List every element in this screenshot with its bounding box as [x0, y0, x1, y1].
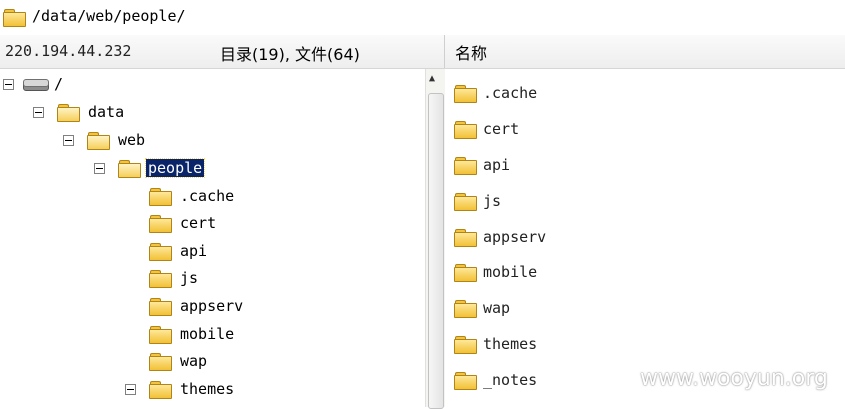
tree-node-child[interactable]: .cache: [148, 184, 234, 208]
tree-node-child[interactable]: api: [148, 239, 207, 263]
list-item[interactable]: themes: [453, 332, 537, 356]
collapse-toggle-icon[interactable]: [94, 163, 105, 174]
folder-icon: [148, 186, 172, 206]
tree-node-label: cert: [180, 214, 217, 232]
tree-node-label: appserv: [180, 297, 244, 315]
folder-icon: [148, 296, 172, 316]
scroll-up-arrow-icon[interactable]: ▲: [429, 73, 435, 84]
host-address: 220.194.44.232: [5, 42, 132, 60]
tree-node-child[interactable]: themes: [125, 377, 234, 401]
folder-icon: [453, 262, 477, 282]
list-item[interactable]: wap: [453, 296, 510, 320]
tree-node-web[interactable]: web: [0, 128, 145, 152]
folder-icon: [148, 379, 172, 399]
tree-node-label: api: [180, 242, 208, 260]
tree-node-label: /: [54, 75, 64, 93]
collapse-toggle-icon[interactable]: [3, 79, 14, 90]
folder-open-icon: [86, 130, 110, 150]
folder-icon: [148, 324, 172, 344]
name-column-header[interactable]: 名称: [455, 40, 487, 64]
list-item[interactable]: api: [453, 153, 510, 177]
list-item-label: js: [483, 192, 502, 210]
folder-icon: [148, 351, 172, 371]
list-item-label: api: [483, 156, 511, 174]
list-item-label: themes: [483, 335, 538, 353]
list-item-label: wap: [483, 299, 511, 317]
watermark: www.wooyun.org: [640, 366, 828, 391]
tree-node-child[interactable]: wap: [148, 349, 207, 373]
collapse-toggle-icon[interactable]: [125, 384, 136, 395]
tree-node-child[interactable]: appserv: [148, 294, 243, 318]
tree-node-label: web: [118, 131, 146, 149]
list-item[interactable]: cert: [453, 117, 519, 141]
folder-tree: / data web people .cache cert api js app…: [0, 69, 425, 407]
tree-node-label: wap: [180, 352, 208, 370]
tree-node-label: .cache: [180, 187, 235, 205]
list-item[interactable]: .cache: [453, 81, 537, 105]
column-divider[interactable]: [444, 35, 445, 68]
folder-icon: [453, 119, 477, 139]
tree-node-label: data: [88, 103, 125, 121]
tree-scrollbar[interactable]: ▲: [425, 69, 445, 409]
address-bar[interactable]: /data/web/people/: [0, 0, 845, 36]
tree-node-root[interactable]: /: [0, 72, 63, 96]
folder-icon: [453, 370, 477, 390]
folder-icon: [148, 268, 172, 288]
tree-node-child[interactable]: js: [148, 266, 198, 290]
tree-node-child[interactable]: mobile: [148, 322, 234, 346]
tree-node-data[interactable]: data: [0, 100, 124, 124]
folder-icon: [453, 83, 477, 103]
list-item-label: .cache: [483, 84, 538, 102]
address-path[interactable]: /data/web/people/: [32, 7, 186, 25]
tree-node-label-selected: people: [144, 158, 206, 178]
folder-icon: [2, 7, 26, 27]
folder-open-icon: [56, 102, 80, 122]
drive-icon: [22, 77, 49, 91]
folder-icon: [453, 298, 477, 318]
folder-icon: [453, 334, 477, 354]
list-item-label: appserv: [483, 228, 547, 246]
tree-node-label: themes: [180, 380, 235, 398]
collapse-toggle-icon[interactable]: [63, 135, 74, 146]
tree-node-label: mobile: [180, 325, 235, 343]
tree-node-label: js: [180, 269, 199, 287]
list-item-label: _notes: [483, 371, 538, 389]
folder-open-icon: [117, 158, 141, 178]
scrollbar-thumb[interactable]: [428, 93, 444, 409]
list-item[interactable]: js: [453, 189, 501, 213]
dir-file-counts: 目录(19), 文件(64): [220, 45, 360, 64]
list-item-label: mobile: [483, 263, 538, 281]
list-item-label: cert: [483, 120, 520, 138]
folder-icon: [148, 241, 172, 261]
collapse-toggle-icon[interactable]: [33, 107, 44, 118]
column-header: 220.194.44.232 目录(19), 文件(64) 名称: [0, 35, 845, 69]
file-list: .cache cert api js appserv mobile wap th…: [445, 69, 845, 407]
list-item[interactable]: appserv: [453, 225, 546, 249]
list-item[interactable]: _notes: [453, 368, 537, 392]
folder-icon: [453, 227, 477, 247]
tree-node-people[interactable]: people: [0, 156, 206, 180]
folder-icon: [148, 213, 172, 233]
folder-icon: [453, 191, 477, 211]
tree-node-child[interactable]: cert: [148, 211, 216, 235]
list-item[interactable]: mobile: [453, 260, 537, 284]
folder-icon: [453, 155, 477, 175]
